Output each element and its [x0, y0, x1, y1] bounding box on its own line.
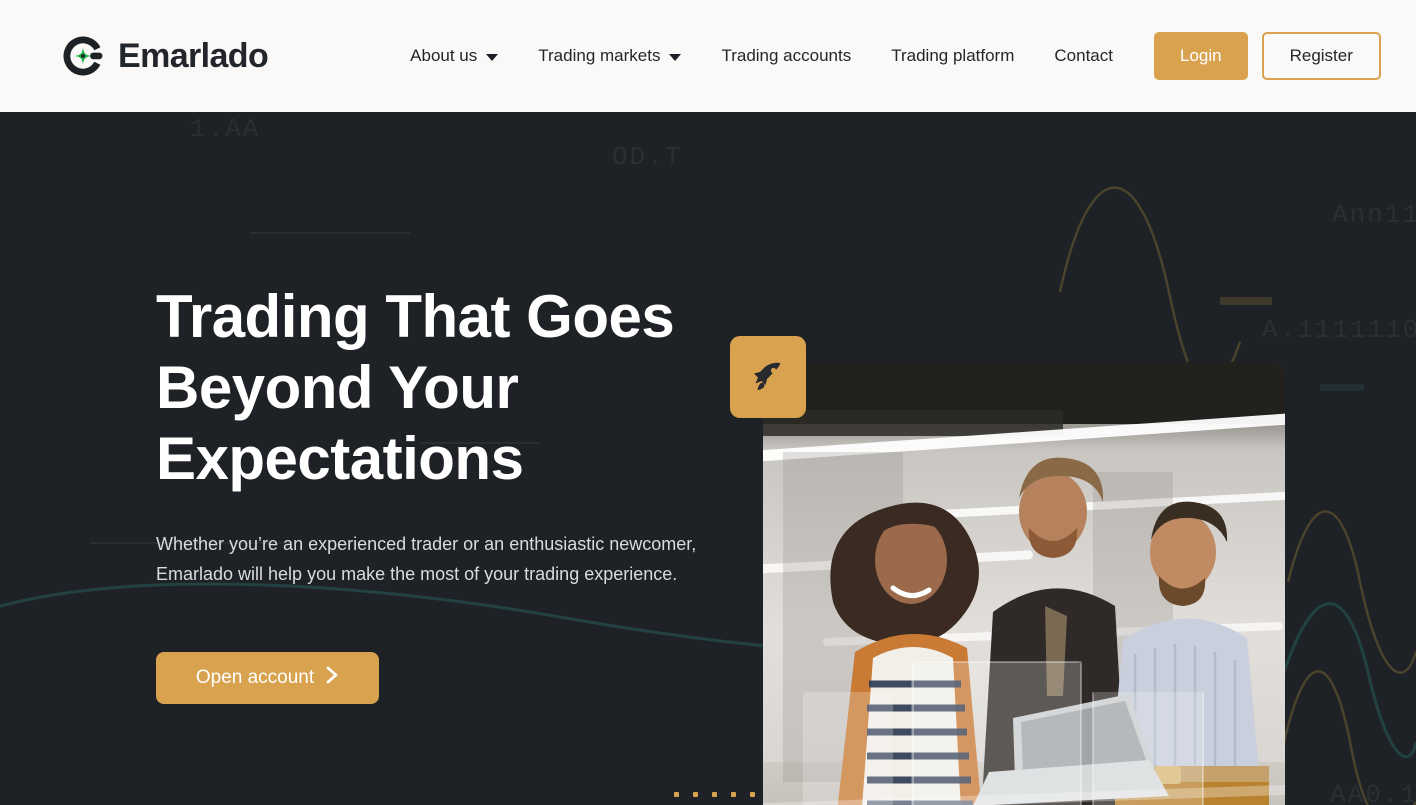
decor-dot	[731, 792, 736, 797]
chevron-down-icon	[486, 53, 499, 61]
open-account-label: Open account	[195, 666, 315, 688]
decor-dot	[693, 792, 698, 797]
nav-item-about-us[interactable]: About us	[390, 36, 518, 76]
nav-label: Trading accounts	[721, 46, 852, 65]
chevron-right-icon	[326, 666, 339, 690]
chevron-down-icon	[669, 53, 682, 61]
brand-logo[interactable]: Emarlado	[60, 33, 269, 79]
nav-item-trading-accounts[interactable]: Trading accounts	[701, 36, 871, 76]
hero-title: Trading That Goes Beyond Your Expectatio…	[156, 282, 736, 494]
open-account-button[interactable]: Open account	[156, 651, 379, 704]
login-button[interactable]: Login	[1153, 32, 1248, 80]
nav-label: Trading markets	[538, 46, 661, 65]
decor-dot	[712, 792, 717, 797]
site-header: Emarlado About us Trading markets Tradin…	[0, 0, 1416, 112]
rocket-badge	[730, 336, 806, 418]
hero-section: 1.AA OD.T A.11111101 AAn.111 0D.111 AA0.…	[0, 112, 1416, 805]
nav-label: Contact	[1054, 46, 1113, 65]
decor-dot	[750, 792, 755, 797]
register-button[interactable]: Register	[1261, 32, 1381, 80]
header-actions: Login Register	[1153, 32, 1381, 80]
hero-photo	[763, 362, 1285, 805]
emarlado-star-circle-icon	[60, 33, 106, 79]
hero-title-line-2: Beyond Your	[156, 353, 519, 421]
hero-title-line-3: Expectations	[156, 424, 524, 492]
nav-label: About us	[410, 46, 478, 65]
hero-copy: Trading That Goes Beyond Your Expectatio…	[156, 282, 736, 704]
rocket-icon	[748, 357, 788, 397]
main-navigation: About us Trading markets Trading account…	[390, 36, 1133, 76]
hero-title-line-1: Trading That Goes	[156, 283, 675, 350]
nav-item-trading-markets[interactable]: Trading markets	[518, 36, 701, 76]
nav-label: Trading platform	[891, 46, 1015, 65]
nav-item-contact[interactable]: Contact	[1034, 36, 1133, 76]
brand-name: Emarlado	[118, 37, 269, 75]
nav-item-trading-platform[interactable]: Trading platform	[871, 36, 1034, 76]
decor-dot	[674, 792, 679, 797]
hero-subtitle: Whether you’re an experienced trader or …	[156, 534, 697, 584]
